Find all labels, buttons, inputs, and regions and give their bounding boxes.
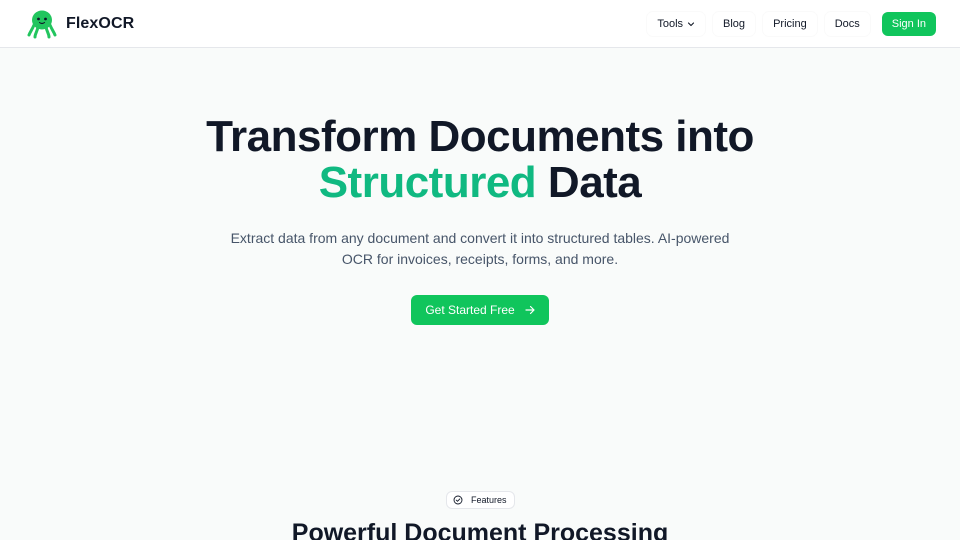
- page: FlexOCR Tools Blog Pricing Docs Sign In …: [0, 0, 960, 540]
- cta-label: Get Started Free: [425, 303, 515, 317]
- brand-name: FlexOCR: [66, 15, 135, 32]
- brand-home-link[interactable]: FlexOCR: [27, 9, 134, 39]
- octopus-icon: [27, 10, 57, 39]
- nav-item-label: Docs: [834, 18, 860, 30]
- nav-item-docs[interactable]: Docs: [824, 12, 870, 36]
- hero-subtitle: Extract data from any document and conve…: [230, 230, 730, 267]
- nav-item-blog[interactable]: Blog: [713, 12, 756, 36]
- sign-in-button[interactable]: Sign In: [881, 12, 936, 36]
- nav-item-label: Blog: [723, 18, 746, 30]
- hero-title-rest: Data: [536, 158, 642, 207]
- get-started-button[interactable]: Get Started Free: [411, 295, 549, 325]
- nav-item-tools[interactable]: Tools: [647, 12, 706, 36]
- features-badge-label: Features: [471, 495, 507, 505]
- check-circle-icon: [453, 495, 463, 505]
- nav-item-pricing[interactable]: Pricing: [763, 12, 817, 36]
- nav-item-label: Pricing: [773, 18, 807, 30]
- nav-links: Tools Blog Pricing Docs Sign In: [639, 12, 936, 36]
- chevron-down-icon: [687, 22, 695, 27]
- features-badge: Features: [446, 491, 515, 509]
- hero-title-line1: Transform Documents into: [206, 112, 754, 161]
- hero-title-accent: Structured: [318, 158, 537, 207]
- nav-item-label: Tools: [657, 18, 684, 30]
- features-heading: Powerful Document Processing: [291, 519, 669, 540]
- arrow-right-icon: [525, 305, 535, 315]
- navbar: FlexOCR Tools Blog Pricing Docs Sign In: [0, 0, 960, 48]
- hero-title: Transform Documents into Structured Data: [0, 114, 960, 206]
